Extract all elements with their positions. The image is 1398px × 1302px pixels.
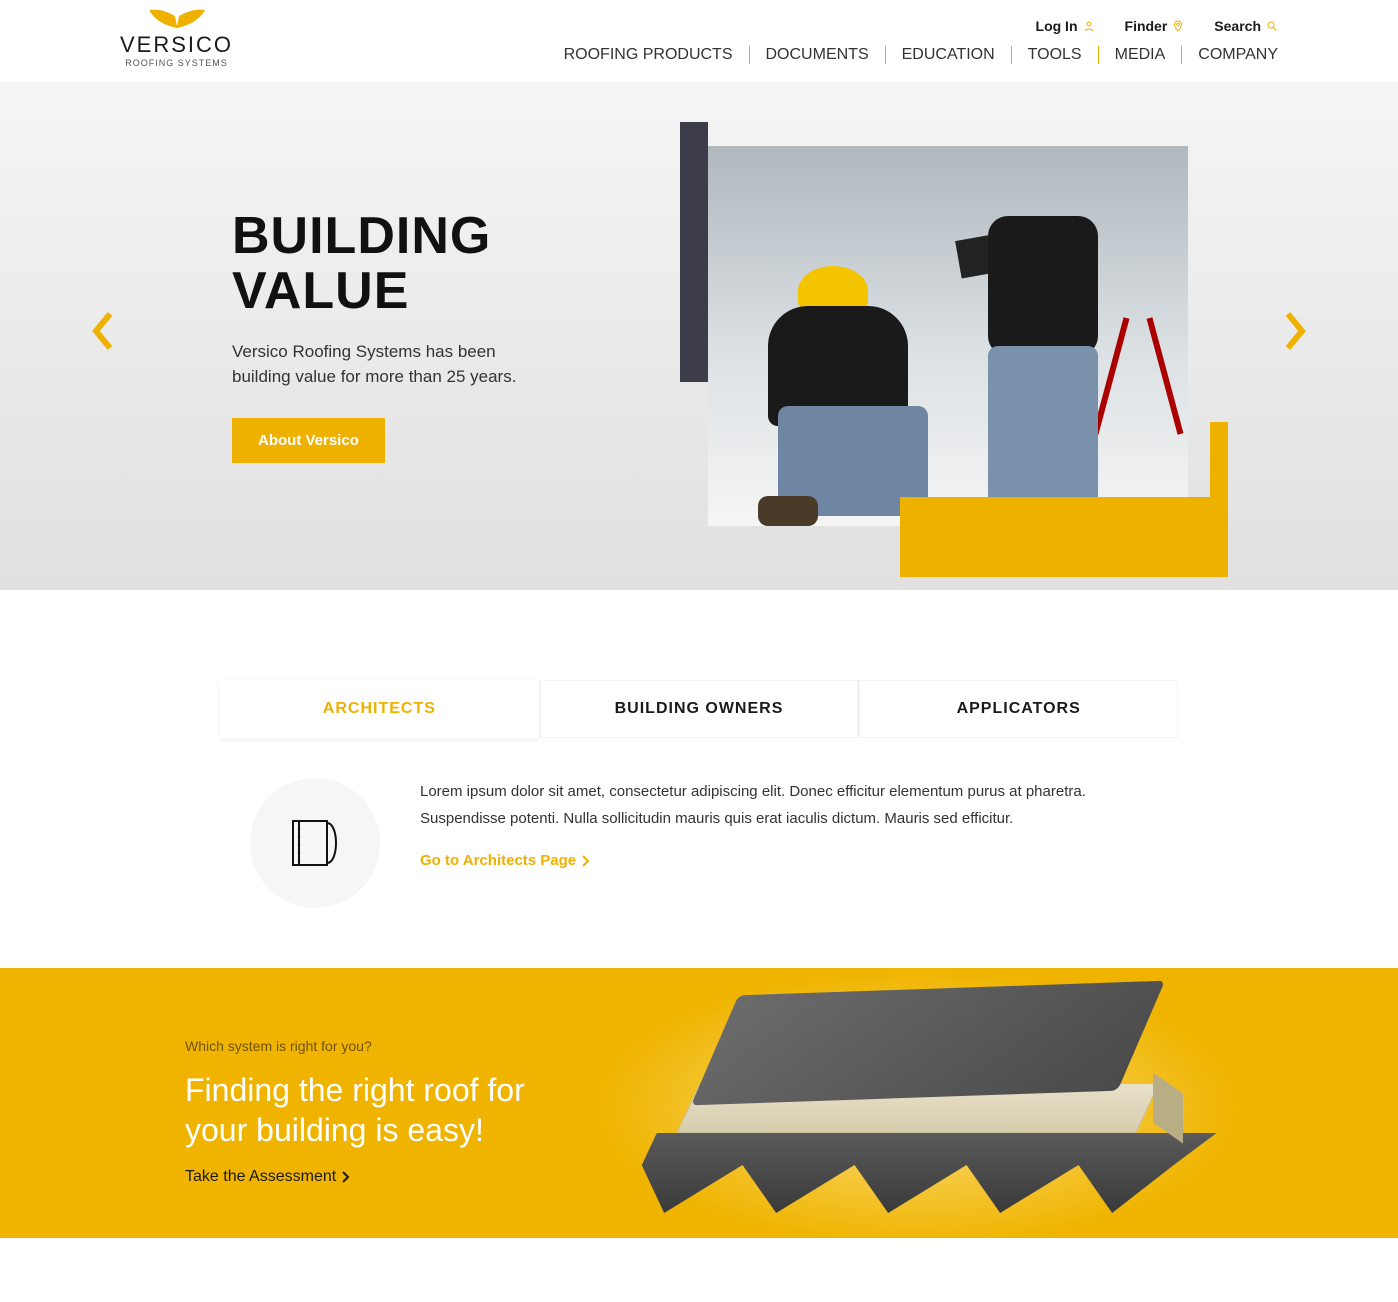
search-icon — [1266, 20, 1278, 32]
nav-education[interactable]: EDUCATION — [886, 46, 1012, 64]
nav-media[interactable]: MEDIA — [1099, 46, 1183, 64]
nav-documents[interactable]: DOCUMENTS — [750, 46, 886, 64]
logo-name: VERSICO — [120, 32, 233, 58]
carousel-next-button[interactable] — [1284, 312, 1308, 360]
finder-link[interactable]: Finder — [1125, 18, 1185, 34]
hero-text-block: BUILDING VALUE Versico Roofing Systems h… — [232, 209, 532, 462]
hero-accent-dark — [680, 122, 708, 382]
audience-tabs-section: ARCHITECTS BUILDING OWNERS APPLICATORS L… — [0, 590, 1398, 968]
take-assessment-link[interactable]: Take the Assessment — [185, 1168, 350, 1186]
cta-eyebrow: Which system is right for you? — [185, 1038, 565, 1054]
login-label: Log In — [1036, 18, 1078, 34]
worker-kneeling — [748, 266, 988, 526]
utility-nav: Log In Finder Search — [1036, 18, 1278, 34]
site-header: VERSICO ROOFING SYSTEMS Log In Finder Se… — [0, 0, 1398, 82]
hero-carousel: BUILDING VALUE Versico Roofing Systems h… — [0, 82, 1398, 590]
nav-tools[interactable]: TOOLS — [1012, 46, 1099, 64]
brand-logo[interactable]: VERSICO ROOFING SYSTEMS — [120, 8, 233, 68]
worker-standing — [968, 216, 1128, 526]
tab-body-text: Lorem ipsum dolor sit amet, consectetur … — [420, 778, 1148, 832]
tab-panel-architects: Lorem ipsum dolor sit amet, consectetur … — [220, 738, 1178, 908]
nav-company[interactable]: COMPANY — [1182, 46, 1278, 64]
logo-mark-icon — [147, 8, 207, 30]
search-label: Search — [1214, 18, 1261, 34]
search-link[interactable]: Search — [1214, 18, 1278, 34]
nav-roofing-products[interactable]: ROOFING PRODUCTS — [548, 46, 750, 64]
architects-link-label: Go to Architects Page — [420, 852, 576, 869]
architects-page-link[interactable]: Go to Architects Page — [420, 852, 590, 869]
about-versico-button[interactable]: About Versico — [232, 418, 385, 463]
cta-text-block: Which system is right for you? Finding t… — [185, 1038, 565, 1186]
logo-tagline: ROOFING SYSTEMS — [125, 58, 228, 68]
hero-title-line2: VALUE — [232, 262, 409, 320]
user-icon — [1083, 20, 1095, 32]
assessment-cta: Which system is right for you? Finding t… — [0, 968, 1398, 1238]
hero-accent-yellow — [900, 497, 1210, 577]
roof-system-illustration — [598, 988, 1238, 1228]
main-nav: ROOFING PRODUCTS DOCUMENTS EDUCATION TOO… — [548, 46, 1278, 64]
audience-tabs: ARCHITECTS BUILDING OWNERS APPLICATORS — [220, 680, 1178, 738]
chevron-left-icon — [90, 312, 114, 350]
blueprint-icon — [250, 778, 380, 908]
hero-body: Versico Roofing Systems has been buildin… — [232, 339, 532, 390]
carousel-prev-button[interactable] — [90, 312, 114, 360]
tab-architects[interactable]: ARCHITECTS — [220, 680, 540, 738]
tab-applicators[interactable]: APPLICATORS — [859, 680, 1178, 738]
hero-photo — [708, 146, 1188, 526]
cta-title: Finding the right roof for your building… — [185, 1070, 565, 1150]
cta-link-label: Take the Assessment — [185, 1168, 336, 1186]
pin-icon — [1172, 20, 1184, 32]
login-link[interactable]: Log In — [1036, 18, 1095, 34]
chevron-right-icon — [1284, 312, 1308, 350]
finder-label: Finder — [1125, 18, 1168, 34]
hero-title-line1: BUILDING — [232, 207, 491, 265]
chevron-right-icon — [582, 855, 590, 867]
tab-building-owners[interactable]: BUILDING OWNERS — [540, 680, 860, 738]
hero-title: BUILDING VALUE — [232, 209, 532, 318]
chevron-right-icon — [342, 1171, 350, 1183]
